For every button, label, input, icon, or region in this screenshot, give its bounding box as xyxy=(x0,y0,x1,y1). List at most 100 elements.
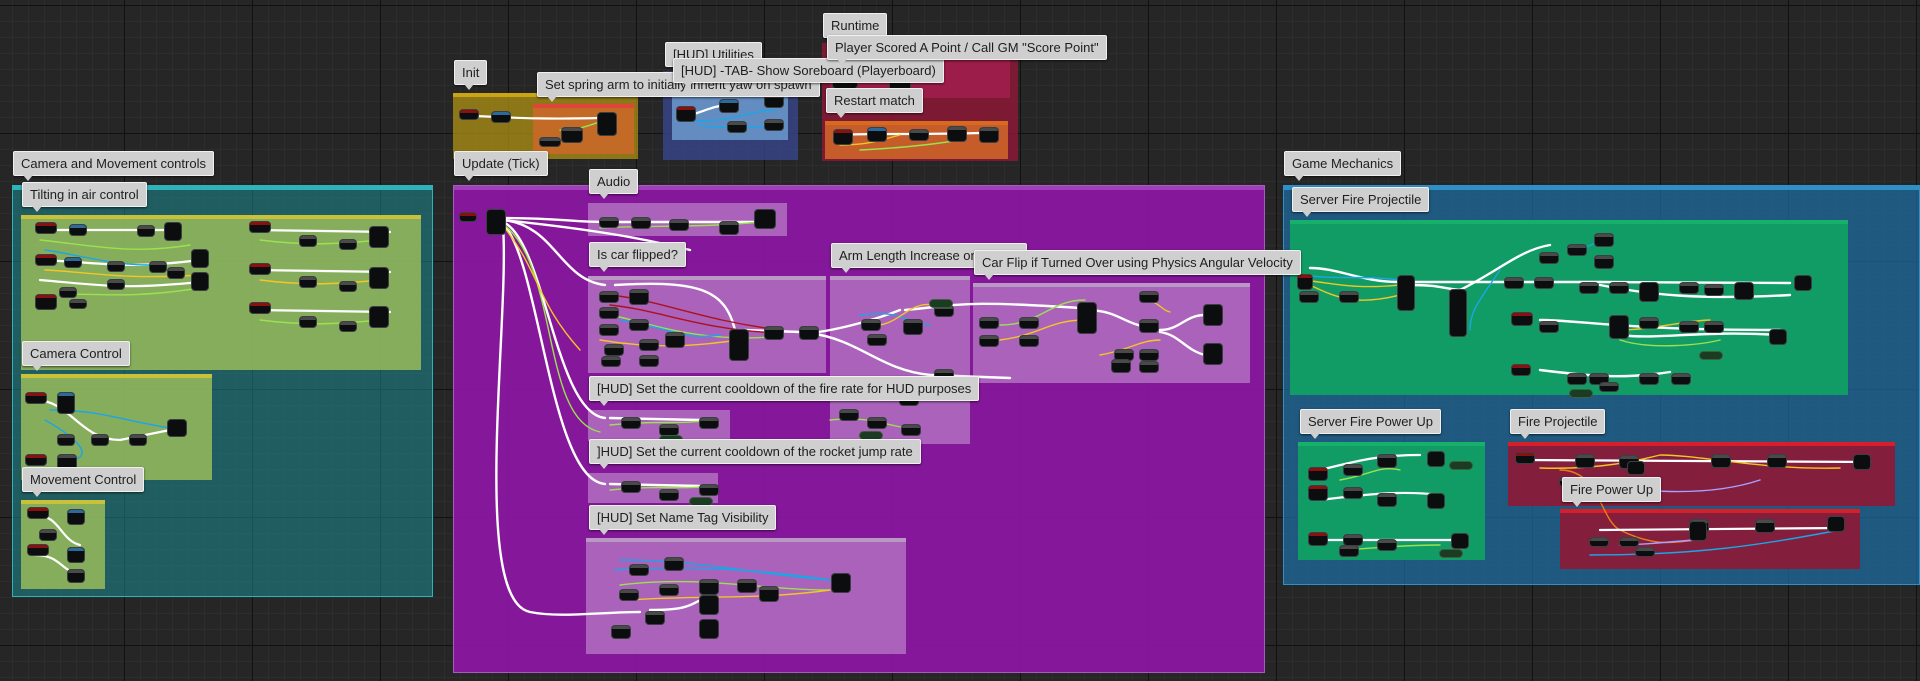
blueprint-node[interactable] xyxy=(68,548,84,562)
variable-node[interactable] xyxy=(930,300,952,307)
blueprint-node[interactable] xyxy=(150,262,166,272)
blueprint-node[interactable] xyxy=(370,227,388,247)
blueprint-node[interactable] xyxy=(487,210,505,234)
blueprint-node[interactable] xyxy=(1595,256,1613,268)
blueprint-node[interactable] xyxy=(640,340,658,350)
blueprint-node[interactable] xyxy=(862,320,880,330)
blueprint-node[interactable] xyxy=(840,410,858,420)
blueprint-node[interactable] xyxy=(700,620,718,638)
comment-label-name-tag[interactable]: [HUD] Set Name Tag Visibility xyxy=(589,505,777,535)
blueprint-node[interactable] xyxy=(58,393,74,413)
blueprint-node[interactable] xyxy=(26,393,46,403)
blueprint-node[interactable] xyxy=(1140,320,1158,332)
blueprint-node[interactable] xyxy=(1768,455,1786,467)
blueprint-node[interactable] xyxy=(1516,453,1534,463)
blueprint-node[interactable] xyxy=(540,138,560,146)
blueprint-node[interactable] xyxy=(902,425,920,435)
blueprint-node[interactable] xyxy=(605,345,623,355)
blueprint-node[interactable] xyxy=(300,277,316,287)
blueprint-node[interactable] xyxy=(632,218,650,228)
blueprint-node[interactable] xyxy=(68,510,84,524)
blueprint-node[interactable] xyxy=(910,130,928,140)
comment-car-flipped-box[interactable] xyxy=(588,276,826,373)
blueprint-node[interactable] xyxy=(646,612,664,624)
blueprint-node[interactable] xyxy=(730,330,748,360)
blueprint-node[interactable] xyxy=(60,288,76,297)
blueprint-node[interactable] xyxy=(1378,540,1396,550)
blueprint-node[interactable] xyxy=(1340,292,1358,302)
blueprint-node[interactable] xyxy=(370,268,388,288)
blueprint-node[interactable] xyxy=(622,418,640,428)
blueprint-node[interactable] xyxy=(26,455,46,465)
blueprint-node[interactable] xyxy=(58,435,74,445)
blueprint-node[interactable] xyxy=(1340,546,1358,556)
blueprint-node[interactable] xyxy=(28,545,48,555)
blueprint-node[interactable] xyxy=(666,333,684,347)
blueprint-node[interactable] xyxy=(760,587,778,601)
blueprint-node[interactable] xyxy=(1712,455,1730,467)
blueprint-node[interactable] xyxy=(612,626,630,638)
blueprint-node[interactable] xyxy=(1735,283,1753,299)
blueprint-node[interactable] xyxy=(1640,318,1658,328)
blueprint-node[interactable] xyxy=(1309,486,1327,500)
blueprint-node[interactable] xyxy=(1204,344,1222,364)
blueprint-node[interactable] xyxy=(36,223,56,233)
blueprint-node[interactable] xyxy=(1628,462,1644,474)
blueprint-node[interactable] xyxy=(1298,275,1312,289)
blueprint-node[interactable] xyxy=(677,107,695,121)
blueprint-node[interactable] xyxy=(1450,290,1466,336)
blueprint-node[interactable] xyxy=(1795,276,1811,290)
comment-spring-arm-box[interactable] xyxy=(533,104,634,154)
variable-node[interactable] xyxy=(690,498,712,505)
blueprint-node[interactable] xyxy=(1595,234,1613,246)
blueprint-node[interactable] xyxy=(340,240,356,249)
blueprint-node[interactable] xyxy=(1680,322,1698,332)
variable-node[interactable] xyxy=(1570,390,1592,397)
blueprint-node[interactable] xyxy=(620,590,638,600)
blueprint-node[interactable] xyxy=(192,273,208,290)
blueprint-node[interactable] xyxy=(1620,538,1638,546)
blueprint-node[interactable] xyxy=(660,425,678,435)
blueprint-node[interactable] xyxy=(1828,517,1844,531)
blueprint-node[interactable] xyxy=(660,490,678,500)
comment-label-init[interactable]: Init xyxy=(454,60,488,90)
blueprint-node[interactable] xyxy=(65,258,81,267)
blueprint-node[interactable] xyxy=(1115,350,1133,360)
blueprint-node[interactable] xyxy=(935,306,953,316)
blueprint-node[interactable] xyxy=(1140,350,1158,360)
blueprint-node[interactable] xyxy=(630,290,648,304)
blueprint-node[interactable] xyxy=(250,264,270,274)
blueprint-node[interactable] xyxy=(1300,292,1318,302)
blueprint-node[interactable] xyxy=(165,223,181,240)
blueprint-node[interactable] xyxy=(250,222,270,232)
blueprint-node[interactable] xyxy=(904,320,922,334)
blueprint-node[interactable] xyxy=(70,300,86,308)
blueprint-node[interactable] xyxy=(1309,533,1327,545)
blueprint-node[interactable] xyxy=(600,292,618,302)
blueprint-node[interactable] xyxy=(250,303,270,313)
comment-label-movement-control[interactable]: Movement Control xyxy=(22,467,145,497)
blueprint-node[interactable] xyxy=(168,268,184,278)
blueprint-node[interactable] xyxy=(340,322,356,331)
blueprint-node[interactable] xyxy=(1576,455,1594,467)
comment-label-cooldown-fire[interactable]: [HUD] Set the current cooldown of the fi… xyxy=(589,376,980,406)
blueprint-node[interactable] xyxy=(1705,285,1723,295)
comment-label-camera-control[interactable]: Camera Control xyxy=(22,341,130,371)
blueprint-node[interactable] xyxy=(832,574,850,592)
blueprint-node[interactable] xyxy=(1540,322,1558,332)
blueprint-node[interactable] xyxy=(460,110,478,119)
blueprint-node[interactable] xyxy=(720,100,738,112)
blueprint-node[interactable] xyxy=(1452,534,1468,548)
blueprint-node[interactable] xyxy=(1428,452,1444,466)
comment-label-audio[interactable]: Audio xyxy=(589,169,639,199)
blueprint-node[interactable] xyxy=(492,112,510,122)
blueprint-node[interactable] xyxy=(1344,488,1362,498)
blueprint-node[interactable] xyxy=(1672,374,1690,384)
blueprint-node[interactable] xyxy=(1535,278,1553,288)
blueprint-node[interactable] xyxy=(1020,318,1038,328)
blueprint-node[interactable] xyxy=(460,213,476,221)
comment-label-scoreboard[interactable]: [HUD] -TAB- Show Soreboard (Playerboard) xyxy=(673,58,944,88)
variable-node[interactable] xyxy=(1440,550,1462,557)
variable-node[interactable] xyxy=(860,432,882,439)
blueprint-node[interactable] xyxy=(36,255,56,265)
